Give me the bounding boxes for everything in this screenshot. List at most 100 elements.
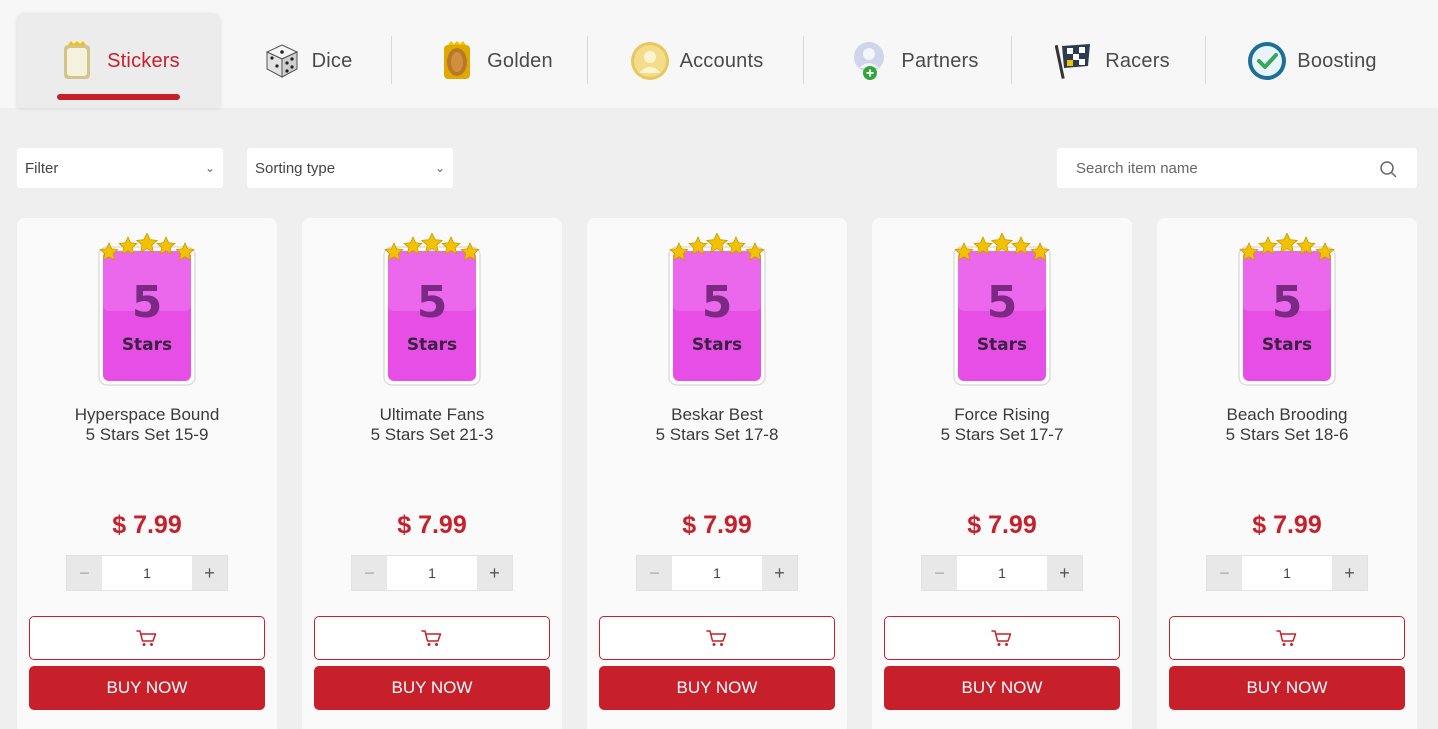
tab-golden[interactable]: Golden xyxy=(420,14,570,108)
increase-quantity-button[interactable]: + xyxy=(1047,556,1082,590)
quantity-input[interactable] xyxy=(672,556,762,590)
partner-add-icon xyxy=(851,41,891,81)
increase-quantity-button[interactable]: + xyxy=(192,556,227,590)
tab-label: Golden xyxy=(487,49,553,72)
product-price: $ 7.99 xyxy=(112,511,182,539)
decrease-quantity-button[interactable]: − xyxy=(67,556,102,590)
chevron-down-icon: ⌄ xyxy=(434,161,445,175)
tab-label: Racers xyxy=(1105,49,1170,72)
add-to-cart-button[interactable] xyxy=(29,616,265,660)
buy-now-button[interactable]: BUY NOW xyxy=(1169,666,1405,710)
tab-label: Stickers xyxy=(107,49,180,72)
product-card: 5 Stars Hyperspace Bound 5 Stars Set 15-… xyxy=(17,218,277,729)
five-star-sticker-image: 5 Stars xyxy=(668,233,766,386)
buy-now-button[interactable]: BUY NOW xyxy=(884,666,1120,710)
product-name: Hyperspace Bound 5 Stars Set 15-9 xyxy=(17,405,277,445)
sticker-icon xyxy=(57,41,97,81)
product-title: Beach Brooding xyxy=(1226,405,1348,424)
product-subtitle: 5 Stars Set 18-6 xyxy=(1225,425,1349,444)
tab-divider xyxy=(587,36,588,84)
sticker-badge-number: 5 xyxy=(987,277,1018,328)
buy-now-button[interactable]: BUY NOW xyxy=(29,666,265,710)
tab-accounts[interactable]: Accounts xyxy=(614,14,779,108)
product-subtitle: 5 Stars Set 17-7 xyxy=(940,425,1064,444)
product-card: 5 Stars Ultimate Fans 5 Stars Set 21-3 $… xyxy=(302,218,562,729)
product-price: $ 7.99 xyxy=(682,511,752,539)
golden-card-icon xyxy=(437,41,477,81)
tab-dice[interactable]: Dice xyxy=(232,14,382,108)
increase-quantity-button[interactable]: + xyxy=(477,556,512,590)
tab-divider xyxy=(1205,36,1206,84)
tab-stickers[interactable]: Stickers xyxy=(17,14,220,108)
sticker-badge-word: Stars xyxy=(1262,335,1312,355)
decrease-quantity-button[interactable]: − xyxy=(352,556,387,590)
product-name: Force Rising 5 Stars Set 17-7 xyxy=(872,405,1132,445)
product-price: $ 7.99 xyxy=(967,511,1037,539)
increase-quantity-button[interactable]: + xyxy=(762,556,797,590)
product-subtitle: 5 Stars Set 17-8 xyxy=(655,425,779,444)
decrease-quantity-button[interactable]: − xyxy=(922,556,957,590)
sticker-badge-number: 5 xyxy=(417,277,448,328)
quantity-stepper: − + xyxy=(921,555,1083,591)
five-star-sticker-image: 5 Stars xyxy=(383,233,481,386)
product-title: Ultimate Fans xyxy=(379,405,485,424)
buy-now-button[interactable]: BUY NOW xyxy=(599,666,835,710)
product-card: 5 Stars Beach Brooding 5 Stars Set 18-6 … xyxy=(1157,218,1417,729)
sticker-badge-word: Stars xyxy=(122,335,172,355)
sticker-badge-word: Stars xyxy=(692,335,742,355)
cart-icon xyxy=(991,630,1012,646)
sticker-badge-number: 5 xyxy=(1272,277,1303,328)
tab-divider xyxy=(803,36,804,84)
racing-flag-icon xyxy=(1055,41,1095,81)
search-input[interactable] xyxy=(1057,148,1367,188)
account-icon xyxy=(630,41,670,81)
product-subtitle: 5 Stars Set 15-9 xyxy=(85,425,209,444)
add-to-cart-button[interactable] xyxy=(314,616,550,660)
add-to-cart-button[interactable] xyxy=(1169,616,1405,660)
product-name: Beach Brooding 5 Stars Set 18-6 xyxy=(1157,405,1417,445)
product-name: Ultimate Fans 5 Stars Set 21-3 xyxy=(302,405,562,445)
product-title: Force Rising xyxy=(954,405,1050,424)
product-subtitle: 5 Stars Set 21-3 xyxy=(370,425,494,444)
chevron-down-icon: ⌄ xyxy=(204,161,215,175)
quantity-stepper: − + xyxy=(351,555,513,591)
cart-icon xyxy=(706,630,727,646)
tab-label: Partners xyxy=(901,49,979,72)
search-icon[interactable] xyxy=(1379,160,1397,178)
category-tabs: Stickers Dice Golden Accounts Partners R… xyxy=(0,0,1438,108)
quantity-input[interactable] xyxy=(1242,556,1332,590)
quantity-input[interactable] xyxy=(387,556,477,590)
search-box xyxy=(1057,148,1417,188)
tab-partners[interactable]: Partners xyxy=(835,14,995,108)
tab-label: Accounts xyxy=(679,49,764,72)
sorting-dropdown[interactable]: Sorting type ⌄ xyxy=(247,148,453,188)
tab-divider xyxy=(391,36,392,84)
filter-dropdown[interactable]: Filter ⌄ xyxy=(17,148,223,188)
quantity-input[interactable] xyxy=(957,556,1047,590)
product-title: Beskar Best xyxy=(671,405,763,424)
five-star-sticker-image: 5 Stars xyxy=(953,233,1051,386)
tab-racers[interactable]: Racers xyxy=(1040,14,1185,108)
tab-divider xyxy=(1011,36,1012,84)
decrease-quantity-button[interactable]: − xyxy=(637,556,672,590)
product-card: 5 Stars Beskar Best 5 Stars Set 17-8 $ 7… xyxy=(587,218,847,729)
sticker-badge-word: Stars xyxy=(977,335,1027,355)
buy-now-button[interactable]: BUY NOW xyxy=(314,666,550,710)
product-name: Beskar Best 5 Stars Set 17-8 xyxy=(587,405,847,445)
decrease-quantity-button[interactable]: − xyxy=(1207,556,1242,590)
product-card: 5 Stars Force Rising 5 Stars Set 17-7 $ … xyxy=(872,218,1132,729)
increase-quantity-button[interactable]: + xyxy=(1332,556,1367,590)
sticker-badge-word: Stars xyxy=(407,335,457,355)
quantity-stepper: − + xyxy=(66,555,228,591)
quantity-input[interactable] xyxy=(102,556,192,590)
five-star-sticker-image: 5 Stars xyxy=(98,233,196,386)
add-to-cart-button[interactable] xyxy=(884,616,1120,660)
check-circle-icon xyxy=(1247,41,1287,81)
tab-boosting[interactable]: Boosting xyxy=(1232,14,1392,108)
add-to-cart-button[interactable] xyxy=(599,616,835,660)
cart-icon xyxy=(421,630,442,646)
sticker-badge-number: 5 xyxy=(132,277,163,328)
five-star-sticker-image: 5 Stars xyxy=(1238,233,1336,386)
active-tab-indicator xyxy=(57,94,180,100)
product-price: $ 7.99 xyxy=(397,511,467,539)
